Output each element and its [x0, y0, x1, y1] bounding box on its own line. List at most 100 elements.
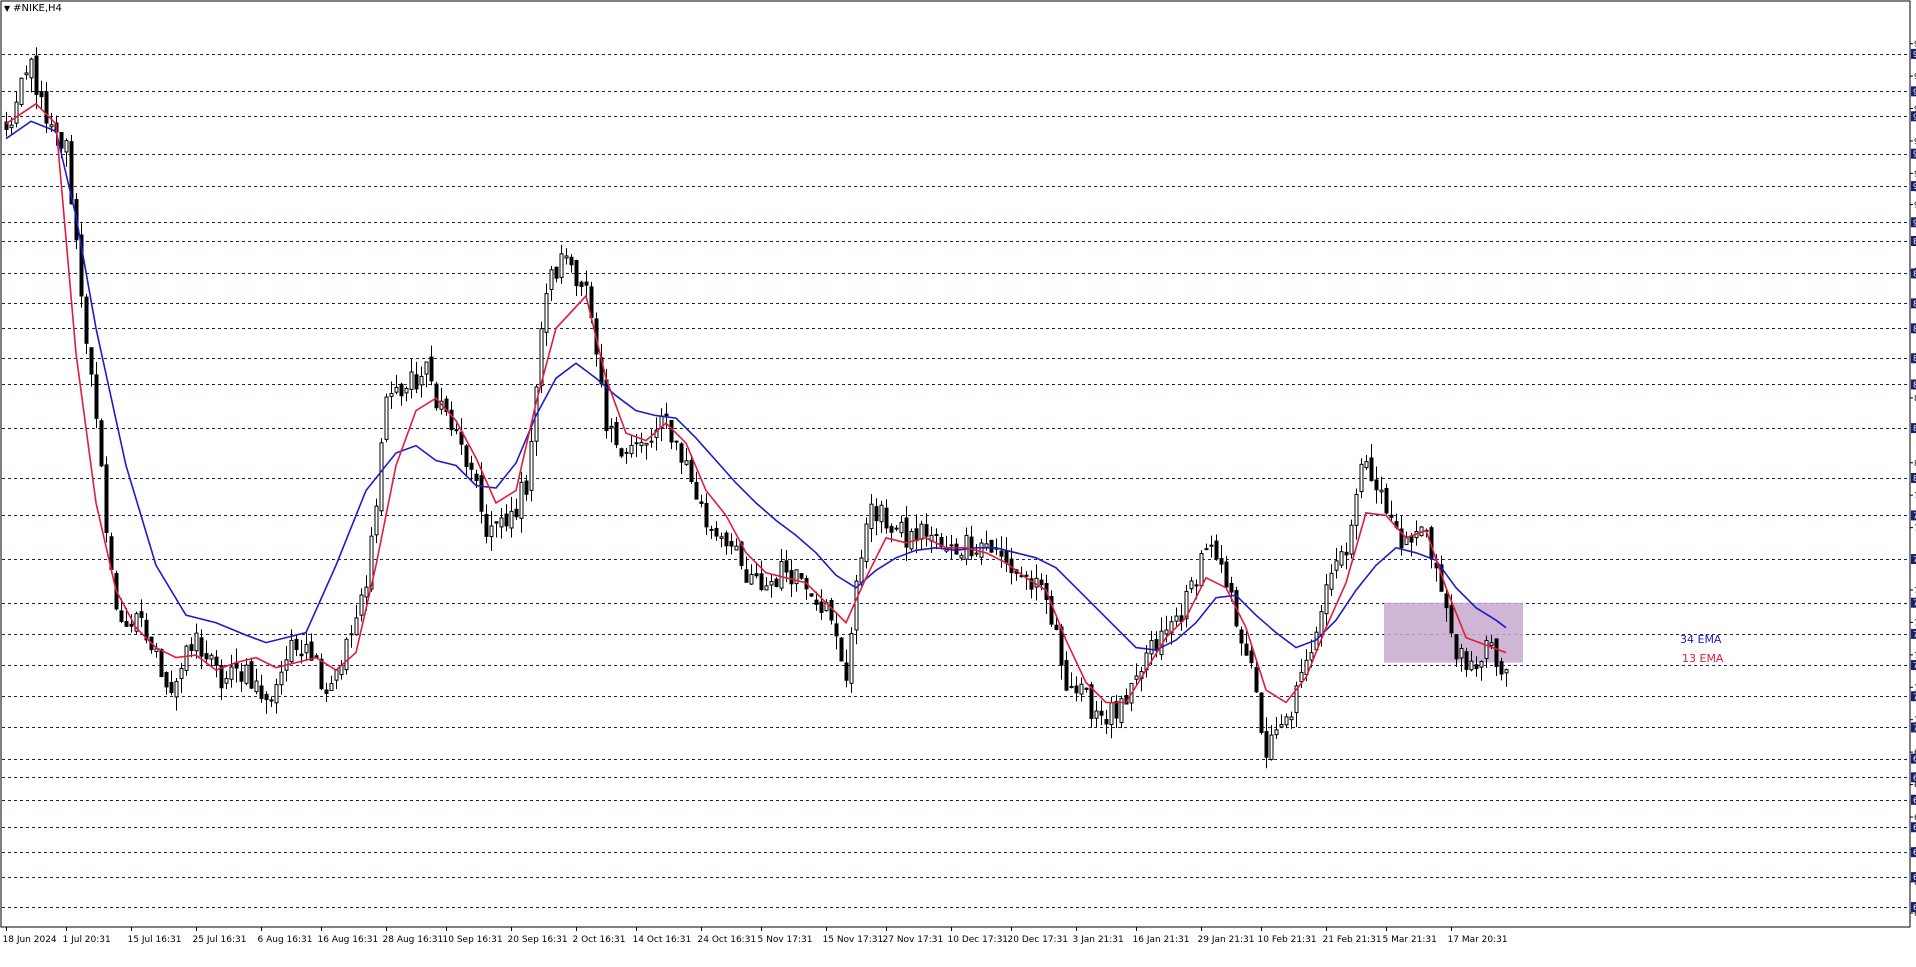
- candle-body: [379, 442, 384, 512]
- chart-area[interactable]: 97.4196.1194.8193.5192.2190.9688.3183.21…: [0, 0, 1916, 963]
- plot-frame: [0, 0, 1911, 928]
- candle-body: [139, 611, 144, 618]
- candle-body: [899, 521, 904, 534]
- x-tick-label: 29 Jan 21:31: [1198, 935, 1255, 945]
- candle-body: [649, 440, 654, 443]
- candle-body: [1259, 692, 1264, 734]
- candle-body: [1374, 479, 1379, 491]
- candle-body: [229, 666, 234, 680]
- candle-body: [784, 560, 789, 573]
- candle-body: [859, 557, 864, 583]
- candle-body: [844, 662, 849, 681]
- candle-body: [1054, 624, 1059, 631]
- candle-body: [29, 58, 34, 79]
- candle-body: [669, 419, 674, 443]
- candle-body: [14, 101, 19, 124]
- candle-body: [674, 440, 679, 443]
- candle-body: [1254, 667, 1259, 693]
- candle-body: [1199, 553, 1204, 587]
- candle-body: [9, 124, 14, 129]
- candle-body: [509, 510, 514, 529]
- candle-body: [834, 623, 839, 637]
- candle-body: [694, 481, 699, 500]
- x-tick-label: 17 Mar 20:31: [1448, 935, 1508, 945]
- candle-body: [44, 91, 49, 124]
- candle-body: [1384, 487, 1389, 514]
- candle-body: [1354, 494, 1359, 526]
- candle-body: [1229, 582, 1234, 593]
- candle-body: [624, 451, 629, 454]
- candle-body: [289, 639, 294, 663]
- x-tick-label: 18 Jun 2024: [3, 935, 57, 945]
- candle-body: [759, 573, 764, 591]
- candle-body: [1149, 640, 1154, 655]
- candle-body: [239, 671, 244, 682]
- candle-body: [189, 644, 194, 651]
- candle-body: [294, 638, 299, 651]
- candle-body: [299, 653, 304, 657]
- candle-body: [184, 645, 189, 671]
- x-tick-label: 20 Sep 16:31: [508, 935, 568, 945]
- candle-body: [959, 554, 964, 559]
- candle-body: [874, 506, 879, 522]
- candle-body: [169, 682, 174, 694]
- candle-body: [264, 693, 269, 701]
- x-tick-label: 10 Dec 17:31: [948, 935, 1009, 945]
- candle-body: [984, 543, 989, 548]
- candle-body: [1369, 457, 1374, 482]
- candle-body: [179, 667, 184, 680]
- candle-body: [1174, 615, 1179, 622]
- candle-body: [514, 508, 519, 518]
- candle-body: [754, 573, 759, 577]
- candle-body: [469, 462, 474, 470]
- candle-body: [1469, 660, 1474, 671]
- candle-body: [474, 473, 479, 482]
- candle-body: [1084, 687, 1089, 690]
- ema-13-line: [5, 102, 1507, 704]
- candle-body: [59, 132, 64, 149]
- legend-34-ema: 34 EMA: [1680, 633, 1722, 646]
- candle-body: [429, 356, 434, 382]
- candle-body: [484, 513, 489, 537]
- candle-body: [99, 420, 104, 467]
- x-tick-label: 15 Nov 17:31: [823, 935, 884, 945]
- candle-body: [1244, 643, 1249, 656]
- x-tick-label: 2 Oct 16:31: [573, 935, 626, 945]
- candle-body: [614, 421, 619, 446]
- candle-body: [1284, 716, 1289, 726]
- candle-body: [1329, 572, 1334, 590]
- x-tick-label: 6 Aug 16:31: [258, 935, 313, 945]
- candle-body: [644, 442, 649, 446]
- candle-body: [524, 480, 529, 495]
- candle-body: [789, 570, 794, 585]
- candle-body: [744, 569, 749, 583]
- candle-body: [919, 523, 924, 540]
- candle-body: [499, 517, 504, 528]
- x-tick-label: 5 Mar 21:31: [1383, 935, 1437, 945]
- triangle-down-icon[interactable]: ▼: [4, 4, 10, 13]
- candle-body: [124, 621, 129, 627]
- candle-body: [1319, 611, 1324, 637]
- candle-body: [574, 260, 579, 287]
- candle-body: [304, 643, 309, 654]
- candle-body: [424, 361, 429, 375]
- candle-body: [1239, 629, 1244, 644]
- candle-body: [544, 293, 549, 333]
- candle-body: [989, 539, 994, 553]
- candle-body: [1484, 639, 1489, 660]
- candle-body: [1479, 661, 1484, 668]
- candle-body: [1039, 579, 1044, 586]
- candle-body: [1214, 540, 1219, 560]
- x-tick-label: 21 Feb 21:31: [1323, 935, 1382, 945]
- candle-body: [194, 632, 199, 652]
- candle-body: [559, 253, 564, 278]
- candlestick-chart[interactable]: 97.4196.1194.8193.5192.2190.9688.3183.21…: [0, 0, 1916, 963]
- candle-body: [639, 441, 644, 447]
- candle-body: [119, 610, 124, 622]
- candle-body: [269, 699, 274, 702]
- legend-13-ema: 13 EMA: [1682, 652, 1724, 665]
- candle-body: [34, 55, 39, 95]
- candle-body: [894, 527, 899, 530]
- candle-body: [1024, 574, 1029, 577]
- candle-body: [749, 573, 754, 585]
